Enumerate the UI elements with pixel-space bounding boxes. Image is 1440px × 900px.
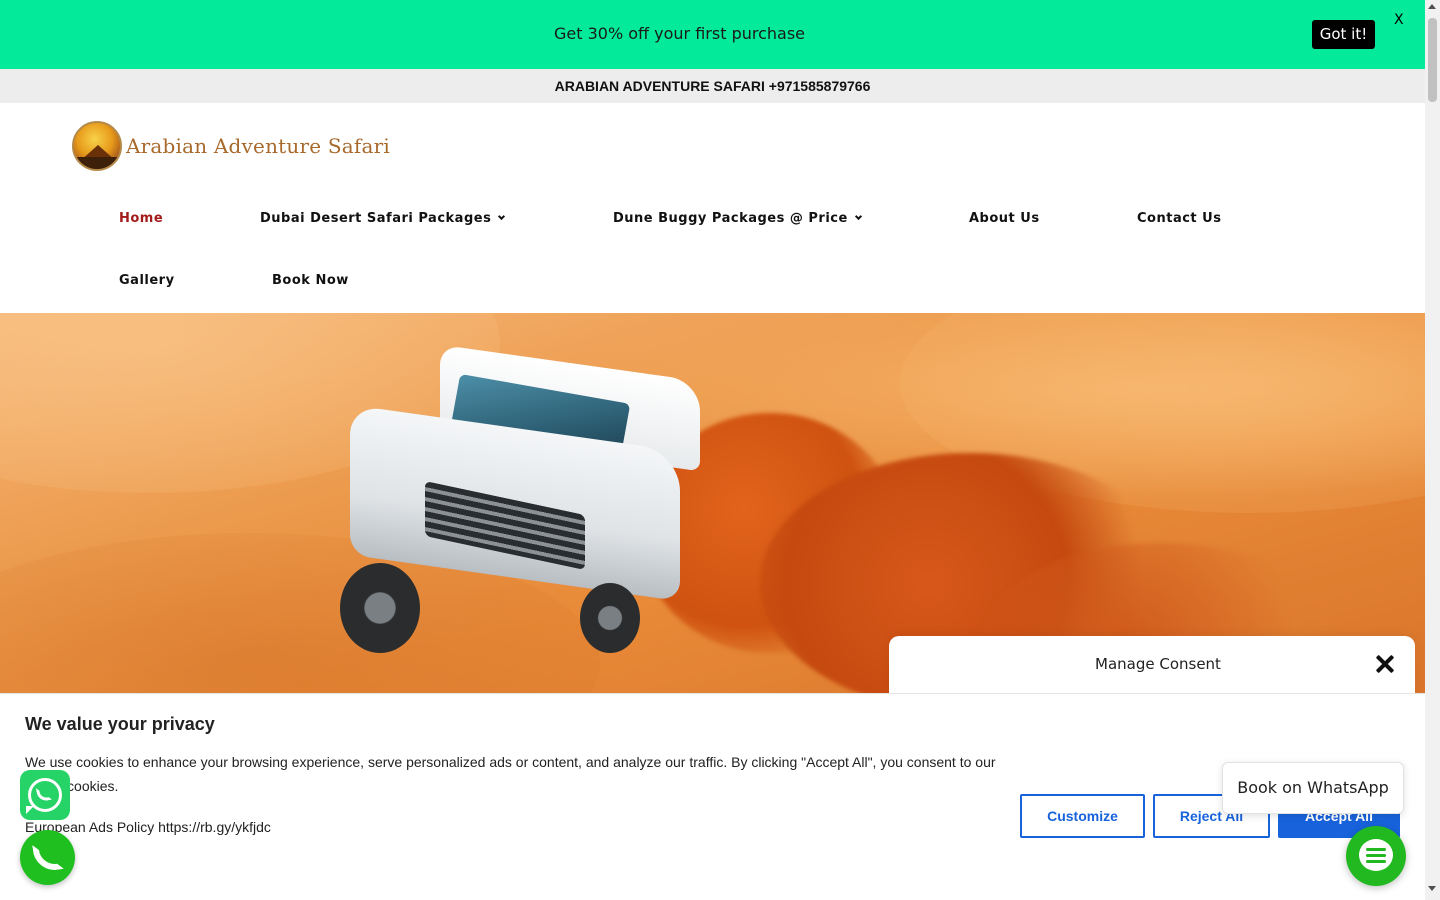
nav-item-label: Dubai Desert Safari Packages bbox=[260, 211, 492, 226]
nav-item-about-us[interactable]: About Us bbox=[969, 211, 1040, 226]
cookie-policy-text: European Ads Policy https://rb.gy/ykfjdc bbox=[25, 819, 271, 835]
cookie-title: We value your privacy bbox=[25, 714, 215, 734]
close-icon[interactable] bbox=[1375, 654, 1395, 674]
customize-button[interactable]: Customize bbox=[1020, 794, 1145, 838]
got-it-button[interactable]: Got it! bbox=[1312, 20, 1375, 49]
whatsapp-icon[interactable] bbox=[20, 770, 70, 820]
nav-item-label: Dune Buggy Packages @ Price bbox=[613, 211, 848, 226]
chevron-down-icon bbox=[498, 212, 506, 221]
logo-text: Arabian Adventure Safari bbox=[126, 134, 390, 158]
chevron-down-icon bbox=[854, 212, 862, 221]
nav-item-label: About Us bbox=[969, 211, 1040, 226]
nav-item-gallery[interactable]: Gallery bbox=[119, 273, 175, 288]
book-on-whatsapp-button[interactable]: Book on WhatsApp bbox=[1222, 762, 1404, 814]
nav-item-label: Book Now bbox=[272, 273, 349, 288]
contact-bar-text: ARABIAN ADVENTURE SAFARI +971585879766 bbox=[554, 78, 871, 94]
nav-item-label: Home bbox=[119, 211, 164, 226]
nav-item-contact-us[interactable]: Contact Us bbox=[1137, 211, 1221, 226]
chat-icon[interactable] bbox=[1346, 826, 1406, 886]
nav-item-home[interactable]: Home bbox=[119, 211, 163, 226]
cookie-description: We use cookies to enhance your browsing … bbox=[25, 754, 996, 794]
promo-bar: Get 30% off your first purchase Got it! … bbox=[0, 0, 1425, 69]
scroll-up-icon[interactable] bbox=[1428, 4, 1436, 9]
scroll-down-icon[interactable] bbox=[1428, 886, 1436, 891]
manage-consent-title: Manage Consent bbox=[1095, 655, 1221, 673]
site-header: Arabian Adventure Safari Home Dubai Dese… bbox=[0, 103, 1425, 313]
nav-item-label: Gallery bbox=[119, 273, 175, 288]
phone-call-icon[interactable] bbox=[20, 830, 75, 885]
nav-item-book-now[interactable]: Book Now bbox=[272, 273, 349, 288]
site-logo[interactable]: Arabian Adventure Safari bbox=[72, 121, 390, 171]
contact-bar: ARABIAN ADVENTURE SAFARI +971585879766 bbox=[0, 69, 1425, 103]
nav-item-dubai-desert-safari-packages[interactable]: Dubai Desert Safari Packages bbox=[260, 211, 506, 226]
cookie-banner: We value your privacy We use cookies to … bbox=[0, 693, 1425, 900]
suv-illustration bbox=[340, 344, 700, 658]
scrollbar[interactable] bbox=[1425, 0, 1440, 900]
nav-item-dune-buggy-packages[interactable]: Dune Buggy Packages @ Price bbox=[613, 211, 862, 226]
promo-close-button[interactable]: X bbox=[1394, 12, 1404, 28]
scrollbar-thumb[interactable] bbox=[1428, 18, 1437, 102]
nav-item-label: Contact Us bbox=[1137, 211, 1222, 226]
promo-text: Get 30% off your first purchase bbox=[554, 24, 806, 43]
logo-icon bbox=[72, 121, 122, 171]
manage-consent-panel: Manage Consent bbox=[889, 636, 1415, 694]
